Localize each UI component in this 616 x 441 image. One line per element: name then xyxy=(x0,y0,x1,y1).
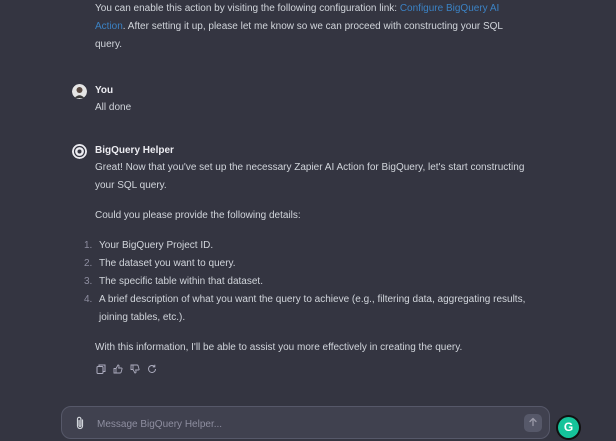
copy-icon[interactable] xyxy=(95,363,106,374)
regenerate-icon[interactable] xyxy=(146,363,157,374)
list-item-text: Your BigQuery Project ID. xyxy=(99,240,214,251)
user-sender-name: You xyxy=(95,85,114,96)
list-item: 3. The specific table within that dataset… xyxy=(84,273,545,291)
assistant-ask-text: Could you please provide the following d… xyxy=(95,210,301,221)
user-message-text: All done xyxy=(95,102,132,113)
grammarly-button[interactable]: G xyxy=(558,417,579,438)
chat-page: You can enable this action by visiting t… xyxy=(0,0,616,441)
message-input[interactable] xyxy=(95,414,509,434)
assistant-sender-name: BigQuery Helper xyxy=(95,145,174,156)
list-item: 2. The dataset you want to query. xyxy=(84,255,545,273)
thumbs-down-icon[interactable] xyxy=(129,363,140,374)
list-item-text: The dataset you want to query. xyxy=(99,258,236,269)
thumbs-up-icon[interactable] xyxy=(112,363,123,374)
intro-text-part2: . After setting it up, please let me kno… xyxy=(95,21,503,50)
arrow-up-icon xyxy=(528,414,538,432)
assistant-avatar xyxy=(72,144,87,159)
user-message: You All done xyxy=(72,84,552,124)
user-avatar xyxy=(72,84,87,99)
assistant-message: BigQuery Helper Great! Now that you've s… xyxy=(72,144,552,384)
list-item-text: The specific table within that dataset. xyxy=(99,276,263,287)
list-item-text: A brief description of what you want the… xyxy=(99,294,526,323)
list-item-number: 4. xyxy=(84,294,93,305)
list-item: 4. A brief description of what you want t… xyxy=(84,291,545,327)
list-item-number: 1. xyxy=(84,240,93,251)
list-item: 1. Your BigQuery Project ID. xyxy=(84,237,545,255)
assistant-intro-text: Great! Now that you've set up the necess… xyxy=(95,162,525,191)
assistant-closing-text: With this information, I'll be able to a… xyxy=(95,342,463,353)
list-item-number: 3. xyxy=(84,276,93,287)
assistant-message-body: Great! Now that you've set up the necess… xyxy=(84,159,545,374)
details-list: 1. Your BigQuery Project ID. 2. The datase… xyxy=(84,237,545,327)
list-item-number: 2. xyxy=(84,258,93,269)
intro-text-part1: You can enable this action by visiting t… xyxy=(95,3,400,14)
message-actions xyxy=(95,363,545,374)
previous-assistant-message: You can enable this action by visiting t… xyxy=(95,0,525,54)
message-composer xyxy=(61,406,550,439)
paperclip-icon[interactable] xyxy=(74,416,86,430)
send-button[interactable] xyxy=(524,414,542,432)
